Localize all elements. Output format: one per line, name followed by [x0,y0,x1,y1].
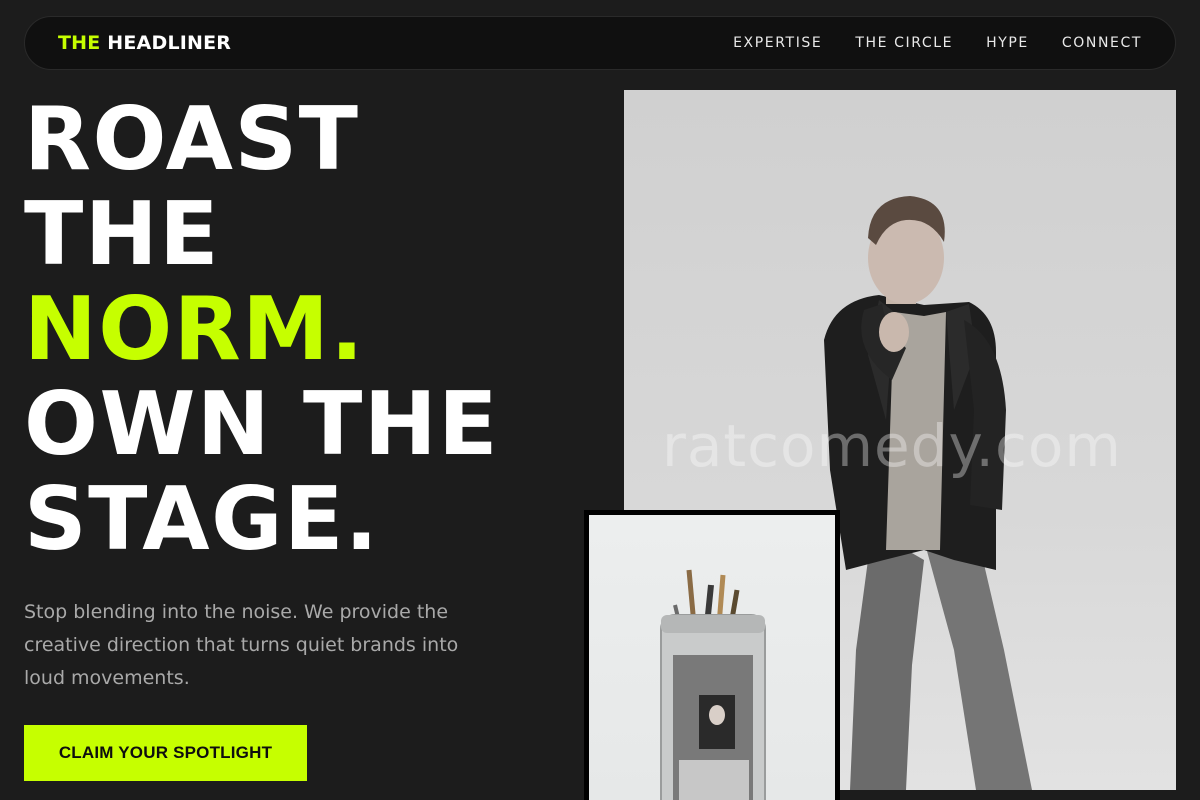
claim-spotlight-button[interactable]: CLAIM YOUR SPOTLIGHT [24,725,307,781]
brush-jar-photo [589,515,835,800]
headline-line-3-highlight: NORM. [24,278,365,380]
headline-line-5: STAGE. [24,468,380,570]
top-nav: THE HEADLINER EXPERTISE THE CIRCLE HYPE … [24,16,1176,70]
logo-name-word: HEADLINER [107,32,232,54]
hero-headline: ROAST THE NORM. OWN THE STAGE. [24,92,584,567]
nav-link-the-circle[interactable]: THE CIRCLE [855,35,953,51]
headline-line-1: ROAST [24,88,360,190]
brush-jar-illustration [660,569,766,800]
hero-subtext: Stop blending into the noise. We provide… [24,601,459,689]
photo-watermark: ratcomedy.com [662,412,1122,480]
brush-jar-photo-frame [584,510,840,800]
nav-link-expertise[interactable]: EXPERTISE [733,35,822,51]
logo-accent-word: THE [58,32,101,54]
nav-link-connect[interactable]: CONNECT [1062,35,1142,51]
landing-page: THE HEADLINER EXPERTISE THE CIRCLE HYPE … [0,0,1200,800]
nav-link-hype[interactable]: HYPE [986,35,1029,51]
headline-line-4: OWN THE [24,373,500,475]
nav-links: EXPERTISE THE CIRCLE HYPE CONNECT [733,35,1142,51]
headline-line-2: THE [24,183,221,285]
brand-logo[interactable]: THE HEADLINER [58,32,231,54]
